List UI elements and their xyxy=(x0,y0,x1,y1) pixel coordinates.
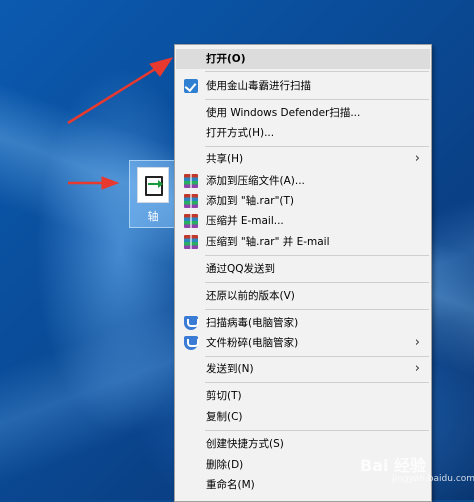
menu-item-label: 删除(D) xyxy=(206,459,244,471)
menu-item-scan-virus-guanjia[interactable]: 扫描病毒(电脑管家) xyxy=(176,313,430,333)
menu-separator xyxy=(205,309,429,310)
watermark: Bai 经验 xyxy=(360,456,427,475)
menu-item-open[interactable]: 打开(O) xyxy=(176,49,430,69)
chevron-right-icon: › xyxy=(414,151,420,166)
menu-item-label: 使用金山毒霸进行扫描 xyxy=(206,80,311,92)
menu-item-label: 添加到 "轴.rar"(T) xyxy=(206,195,295,207)
menu-item-label: 扫描病毒(电脑管家) xyxy=(206,317,299,329)
menu-item-label: 发送到(N) xyxy=(206,363,254,375)
menu-separator xyxy=(205,99,429,100)
menu-item-add-to-archive[interactable]: 添加到压缩文件(A)... xyxy=(176,171,430,191)
menu-item-label: 通过QQ发送到 xyxy=(206,263,276,275)
menu-item-send-to[interactable]: 发送到(N) › xyxy=(176,359,430,379)
menu-item-label: 压缩到 "轴.rar" 并 E-mail xyxy=(206,236,330,248)
winrar-icon xyxy=(184,214,198,228)
menu-item-jinshan-scan[interactable]: 使用金山毒霸进行扫描 xyxy=(176,76,430,96)
watermark-url: jingyan.baidu.com xyxy=(392,474,474,484)
menu-separator xyxy=(205,382,429,383)
menu-separator xyxy=(205,71,429,72)
menu-item-label: 打开方式(H)... xyxy=(206,127,275,139)
menu-item-copy[interactable]: 复制(C) xyxy=(176,407,430,427)
annotation-arrowhead-open xyxy=(149,57,174,77)
menu-item-share[interactable]: 共享(H) › xyxy=(176,149,430,169)
menu-separator xyxy=(205,255,429,256)
menu-item-defender-scan[interactable]: 使用 Windows Defender扫描... xyxy=(176,103,430,123)
winrar-icon xyxy=(184,194,198,208)
menu-item-create-shortcut[interactable]: 创建快捷方式(S) xyxy=(176,434,430,454)
menu-item-label: 打开(O) xyxy=(206,53,246,65)
menu-separator xyxy=(205,356,429,357)
context-menu: 打开(O) 使用金山毒霸进行扫描 使用 Windows Defender扫描..… xyxy=(174,44,432,502)
winrar-icon xyxy=(184,235,198,249)
menu-item-label: 使用 Windows Defender扫描... xyxy=(206,107,361,119)
shield-icon xyxy=(184,316,199,330)
menu-item-label: 还原以前的版本(V) xyxy=(206,290,295,302)
shield-icon xyxy=(184,336,199,350)
menu-item-label: 剪切(T) xyxy=(206,390,242,402)
menu-item-cut[interactable]: 剪切(T) xyxy=(176,386,430,406)
menu-item-compress-email[interactable]: 压缩并 E-mail... xyxy=(176,211,430,231)
menu-item-open-with[interactable]: 打开方式(H)... xyxy=(176,123,430,143)
menu-item-label: 复制(C) xyxy=(206,411,243,423)
chevron-right-icon: › xyxy=(414,361,420,376)
menu-separator xyxy=(205,282,429,283)
menu-item-send-via-qq[interactable]: 通过QQ发送到 xyxy=(176,259,430,279)
menu-item-label: 重命名(M) xyxy=(206,479,255,491)
annotation-arrowhead-file xyxy=(101,176,120,190)
menu-separator xyxy=(205,430,429,431)
winrar-icon xyxy=(184,174,198,188)
annotation-arrow-open xyxy=(67,64,161,125)
menu-separator xyxy=(205,146,429,147)
chevron-right-icon: › xyxy=(414,335,420,350)
menu-item-file-shred-guanjia[interactable]: 文件粉碎(电脑管家) › xyxy=(176,333,430,353)
menu-item-label: 压缩并 E-mail... xyxy=(206,215,284,227)
menu-item-add-to-rar[interactable]: 添加到 "轴.rar"(T) xyxy=(176,191,430,211)
menu-item-label: 添加到压缩文件(A)... xyxy=(206,175,305,187)
menu-item-restore-versions[interactable]: 还原以前的版本(V) xyxy=(176,286,430,306)
menu-item-label: 共享(H) xyxy=(206,153,244,165)
menu-item-label: 文件粉碎(电脑管家) xyxy=(206,337,299,349)
menu-item-compress-rar-email[interactable]: 压缩到 "轴.rar" 并 E-mail xyxy=(176,232,430,252)
menu-item-label: 创建快捷方式(S) xyxy=(206,438,284,450)
jinshan-icon xyxy=(184,79,198,93)
